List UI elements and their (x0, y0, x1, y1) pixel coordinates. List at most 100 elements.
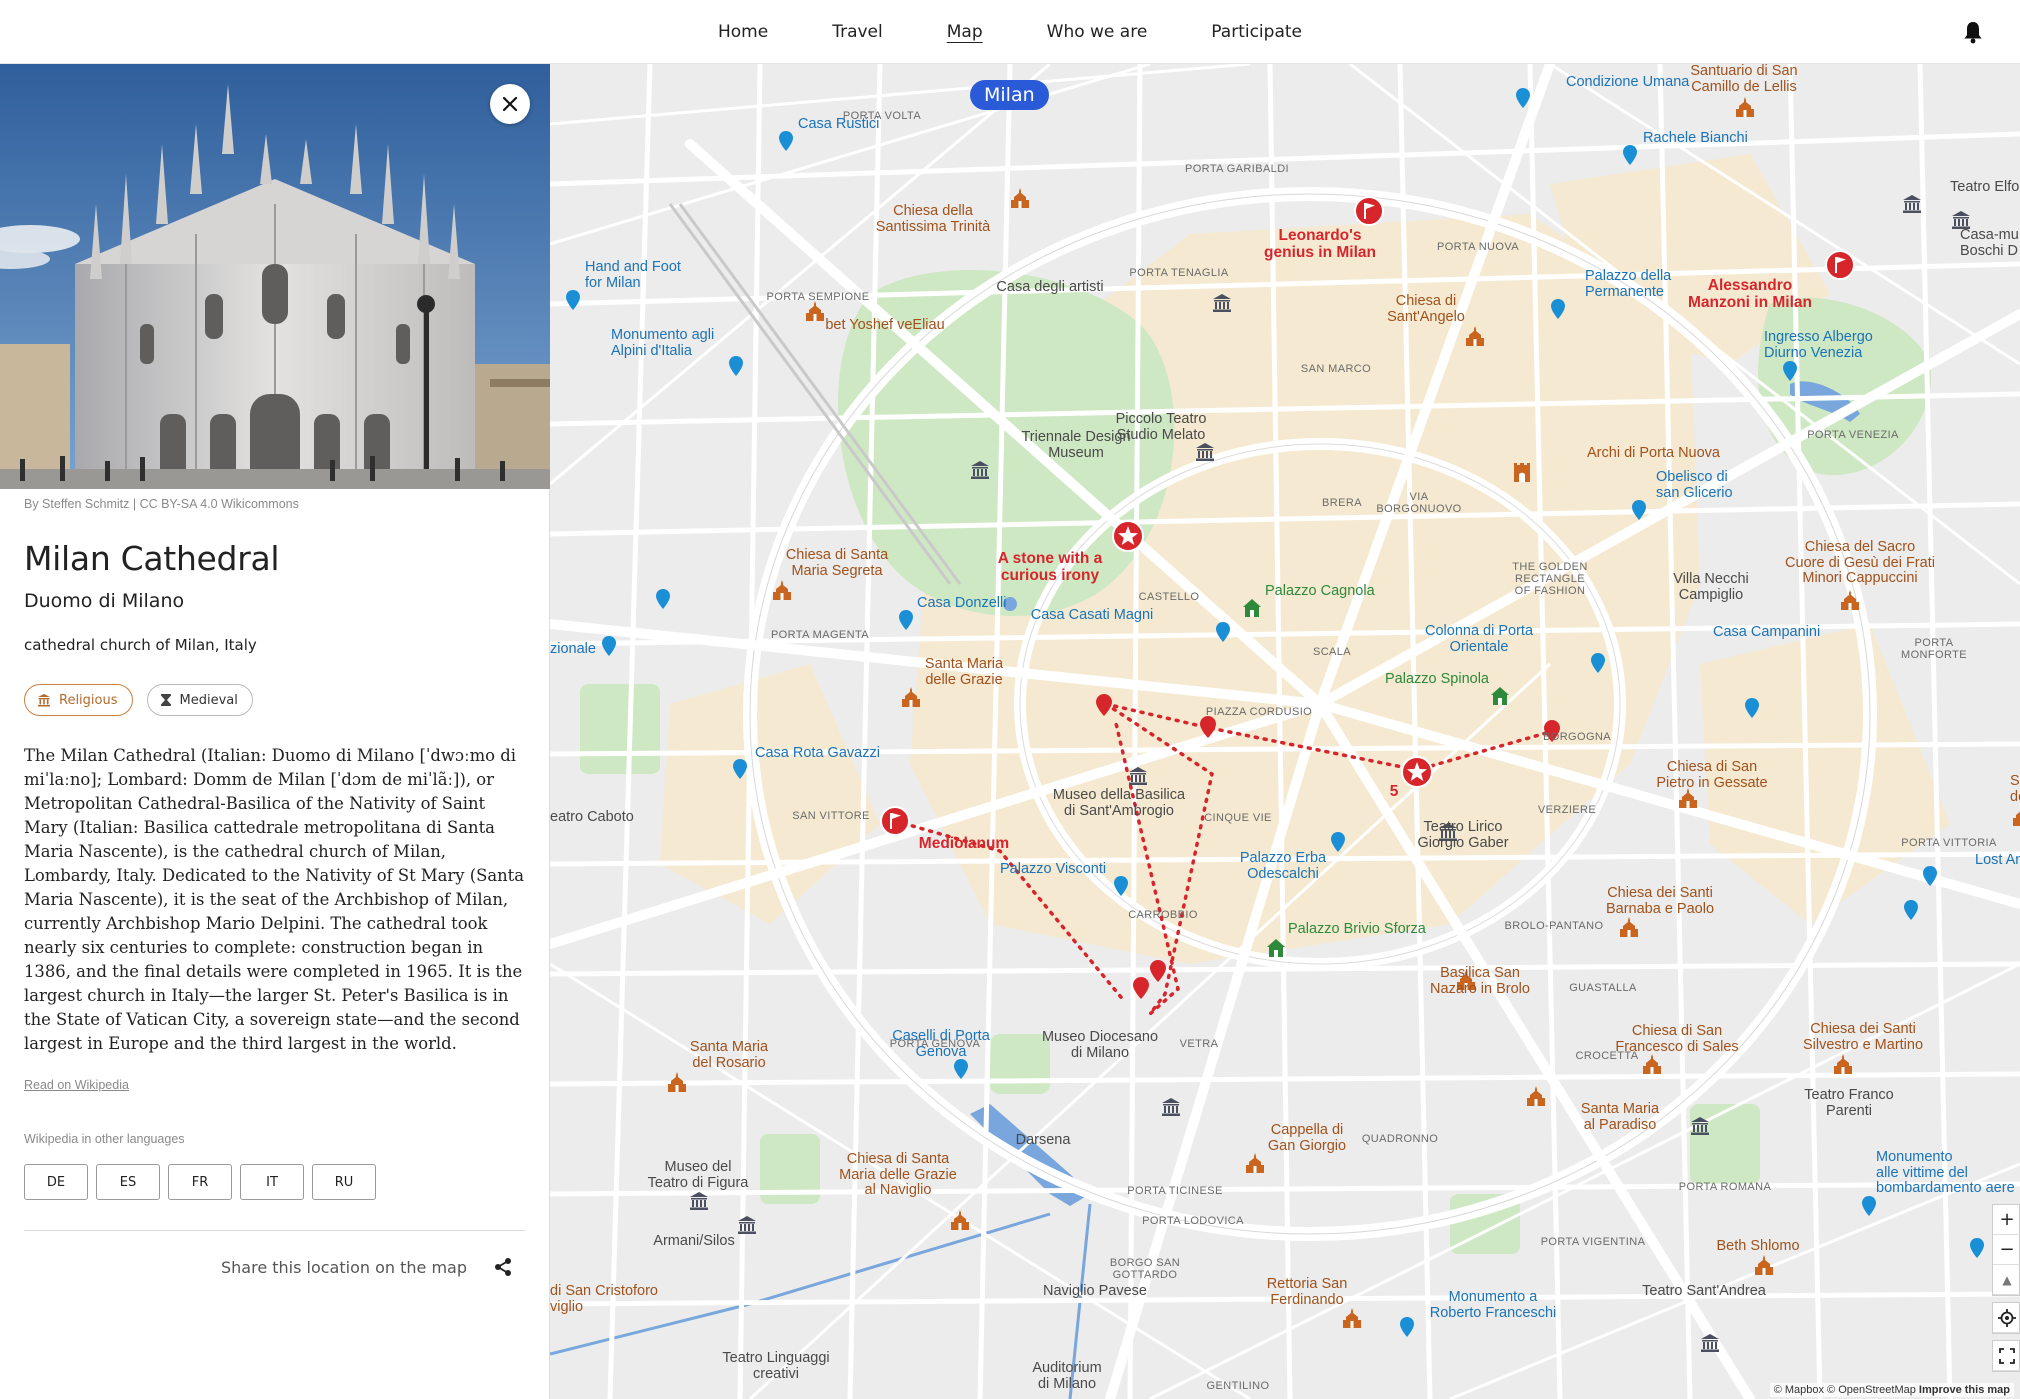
map-label-brown[interactable]: bet Yoshef veEliau (825, 317, 944, 334)
map-label-blue[interactable]: Colonna di Porta Orientale (1425, 623, 1533, 655)
map-label-red[interactable]: Mediolanum (919, 835, 1009, 853)
museum-icon[interactable] (1700, 1334, 1720, 1356)
map-label-dark[interactable]: Triennale Design Museum (1021, 429, 1130, 461)
route-stop-pin-icon[interactable] (1096, 694, 1112, 720)
map-label-brown[interactable]: Chiesa di Sant'Angelo (1387, 293, 1465, 325)
map-label-blue[interactable]: zionale (550, 641, 596, 658)
route-stop-pin-icon[interactable] (1200, 716, 1216, 742)
map-pin-icon[interactable] (602, 636, 616, 660)
map-label-brown[interactable]: Santa Maria del Rosario (690, 1039, 768, 1071)
map-pin-icon[interactable] (1591, 653, 1605, 677)
nav-participate[interactable]: Participate (1179, 22, 1334, 42)
story-flag-icon[interactable] (1825, 250, 1855, 284)
map-label-dark[interactable]: Darsena (1016, 1132, 1071, 1149)
nav-who-we-are[interactable]: Who we are (1015, 22, 1180, 42)
map-label-brown[interactable]: Rettoria San Ferdinando (1267, 1276, 1348, 1308)
church-icon[interactable] (1010, 188, 1030, 212)
church-icon[interactable] (805, 301, 825, 325)
map-label-brown[interactable]: Chiesa dei Santi Barnaba e Paolo (1606, 885, 1714, 917)
church-icon[interactable] (1465, 326, 1485, 350)
map-pin-icon[interactable] (954, 1059, 968, 1083)
map-pin-icon[interactable] (1551, 299, 1565, 323)
map-label-dark[interactable]: Casa degli artisti (996, 279, 1103, 296)
map-label-brown[interactable]: Chiesa dei Santi Silvestro e Martino (1803, 1021, 1923, 1053)
map-label-dark[interactable]: Casa-mu Boschi D (1960, 227, 2019, 259)
geolocate-button[interactable] (1993, 1303, 2020, 1333)
map-pin-icon[interactable] (1216, 622, 1230, 646)
attribution-text[interactable]: © Mapbox © OpenStreetMap (1774, 1384, 1916, 1396)
map-label-blue[interactable]: Casa Campanini (1713, 624, 1820, 641)
map-label-green[interactable]: Palazzo Brivio Sforza (1288, 921, 1426, 938)
route-stop-pin-icon[interactable] (1133, 977, 1149, 1003)
map-pin-icon[interactable] (733, 759, 747, 783)
map-pin-icon[interactable] (1904, 900, 1918, 924)
map-pin-icon[interactable] (566, 290, 580, 314)
map-label-blue[interactable]: Casa Rota Gavazzi (755, 745, 880, 762)
museum-icon[interactable] (737, 1216, 757, 1238)
map-label-blue[interactable]: Rachele Bianchi (1643, 130, 1748, 147)
map-pin-icon[interactable] (1632, 500, 1646, 524)
church-icon[interactable] (2012, 806, 2020, 830)
map-pin-icon[interactable] (899, 610, 913, 634)
map-label-dark[interactable]: Villa Necchi Campiglio (1673, 571, 1749, 603)
church-icon[interactable] (901, 687, 921, 711)
map-pin-icon[interactable] (1745, 698, 1759, 722)
map-pin-icon[interactable] (779, 131, 793, 155)
museum-icon[interactable] (1212, 294, 1232, 316)
map-label-brown[interactable]: Chiesa della Santissima Trinità (876, 203, 990, 235)
map-label-brown[interactable]: Santa del Su (2010, 773, 2020, 805)
palace-icon[interactable] (1266, 938, 1286, 962)
map-label-blue[interactable]: Palazzo della Permanente (1585, 268, 1671, 300)
nav-home[interactable]: Home (686, 22, 800, 42)
museum-icon[interactable] (1161, 1098, 1181, 1120)
map-label-dark[interactable]: Museo del Teatro di Figura (648, 1159, 749, 1191)
museum-icon[interactable] (689, 1192, 709, 1214)
map-label-blue[interactable]: Ingresso Albergo Diurno Venezia (1764, 329, 1873, 361)
map-label-red[interactable]: Alessandro Manzoni in Milan (1688, 277, 1812, 311)
map-label-dark[interactable]: Armani/Silos (653, 1233, 734, 1250)
map-label-brown[interactable]: Chiesa di Santa Maria delle Grazie al Na… (839, 1151, 957, 1199)
map-label-dark[interactable]: Teatro Franco Parenti (1804, 1087, 1893, 1119)
map-label-brown[interactable]: Chiesa di Santa Maria Segreta (786, 547, 888, 579)
map-label-brown[interactable]: Cappella di Gan Giorgio (1268, 1122, 1346, 1154)
tag-medieval[interactable]: Medieval (146, 684, 253, 716)
map-pin-icon[interactable] (1862, 1196, 1876, 1220)
map-label-dark[interactable]: Teatro Linguaggi creativi (722, 1350, 829, 1382)
church-icon[interactable] (1840, 590, 1860, 614)
map-pin-icon[interactable] (1114, 876, 1128, 900)
gate-icon[interactable] (1513, 462, 1531, 486)
map-label-dark[interactable]: Auditorium di Milano (1032, 1360, 1101, 1392)
map-label-brown[interactable]: di San Cristoforo viglio (550, 1283, 658, 1315)
zoom-in-button[interactable]: + (1993, 1205, 2020, 1235)
city-badge[interactable]: Milan (970, 80, 1049, 110)
bell-icon[interactable] (1962, 20, 1984, 44)
church-icon[interactable] (1245, 1153, 1265, 1177)
museum-icon[interactable] (1128, 767, 1148, 789)
map-label-brown[interactable]: Archi di Porta Nuova (1587, 445, 1720, 462)
share-icon[interactable] (493, 1257, 513, 1277)
tag-religious[interactable]: Religious (24, 684, 133, 716)
map-label-dark[interactable]: Piccolo Teatro Studio Melato (1116, 411, 1207, 443)
museum-icon[interactable] (1690, 1117, 1710, 1139)
map-label-blue[interactable]: Casa Casati Magni (1031, 607, 1154, 624)
map-label-brown[interactable]: Santa Maria al Paradiso (1581, 1101, 1659, 1133)
map-label-blue[interactable]: Condizione Umana (1566, 74, 1689, 91)
map-label-red[interactable]: A stone with a curious irony (998, 550, 1103, 584)
lang-button-fr[interactable]: FR (168, 1164, 232, 1200)
map-label-brown[interactable]: Beth Shlomo (1716, 1238, 1799, 1255)
map-label-brown[interactable]: Chiesa del Sacro Cuore di Gesù dei Frati… (1785, 539, 1935, 587)
map-label-dark[interactable]: Teatro Elfo Pucc (1950, 179, 2020, 196)
compass-button[interactable]: ▲ (1993, 1265, 2020, 1295)
story-star-icon[interactable] (1401, 756, 1433, 792)
fullscreen-button[interactable] (1993, 1341, 2020, 1371)
museum-icon[interactable] (1195, 443, 1215, 465)
route-stop-pin-icon[interactable] (1150, 960, 1166, 986)
church-icon[interactable] (950, 1210, 970, 1234)
palace-icon[interactable] (1242, 598, 1262, 622)
map-pin-icon[interactable] (729, 356, 743, 380)
map-pin-icon[interactable] (1623, 145, 1637, 169)
map-pin-icon[interactable] (1516, 88, 1530, 112)
church-icon[interactable] (1619, 917, 1639, 941)
map-label-brown[interactable]: Chiesa di San Pietro in Gessate (1656, 759, 1767, 791)
map-pin-icon[interactable] (656, 589, 670, 613)
